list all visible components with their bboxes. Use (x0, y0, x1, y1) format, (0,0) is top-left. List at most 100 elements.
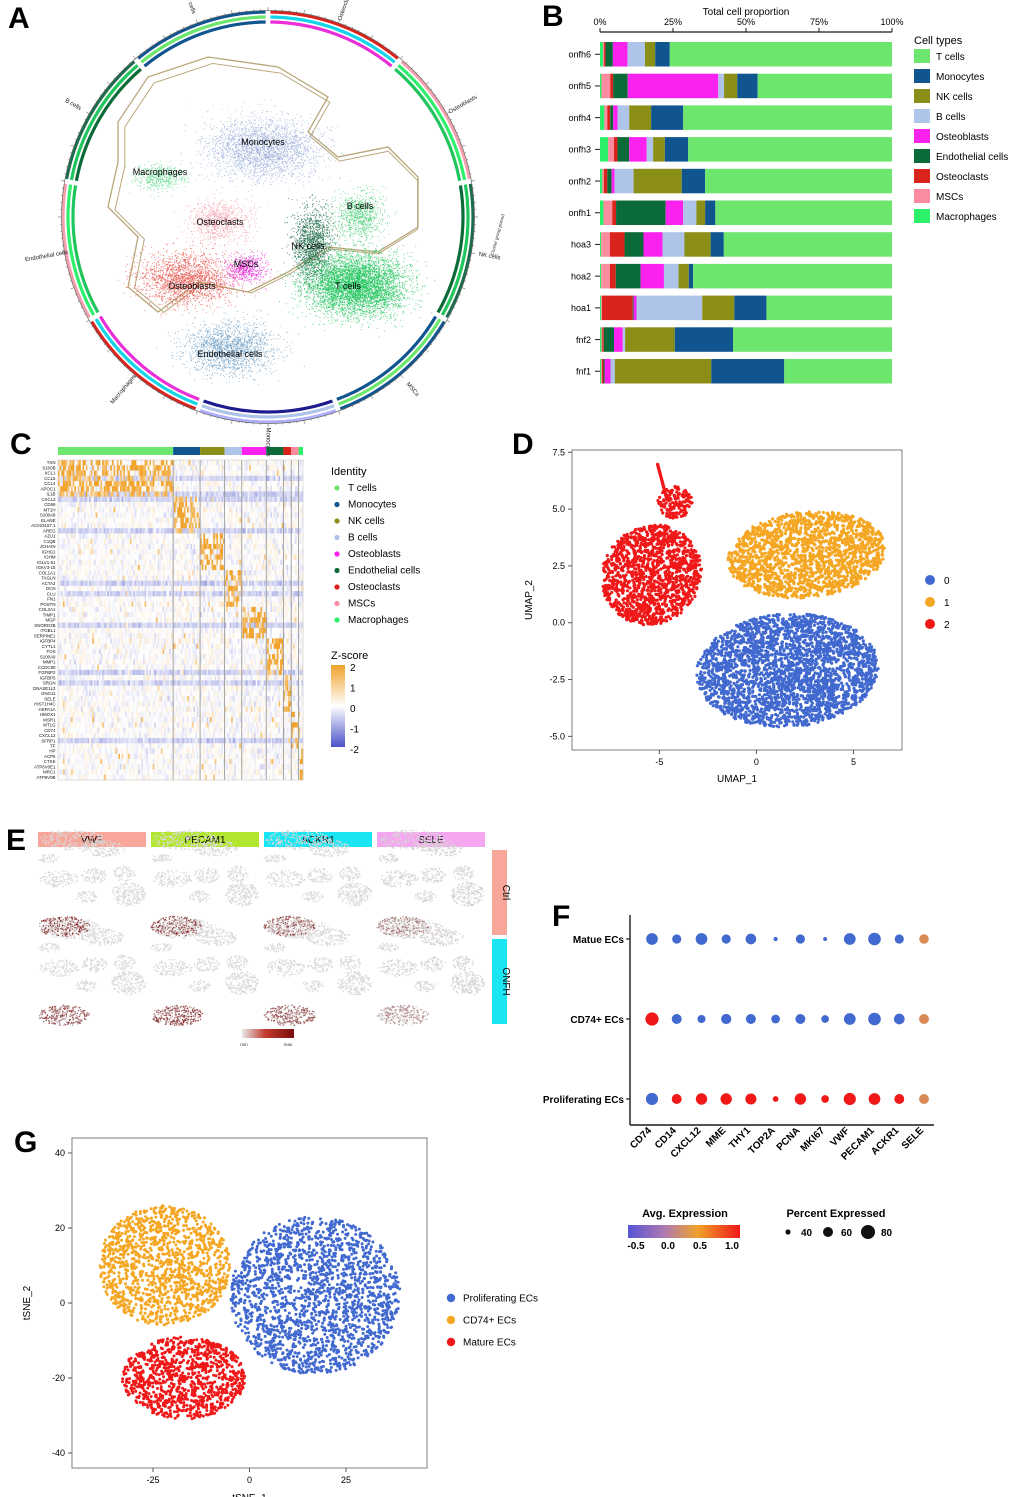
umap-point (306, 147, 308, 149)
umap-point (258, 117, 260, 119)
umap-point (243, 167, 245, 169)
umap-point (222, 131, 224, 133)
umap-point (251, 157, 253, 159)
umap-point (217, 159, 219, 161)
umap-point (254, 149, 256, 151)
umap-point (151, 281, 153, 284)
umap-point (207, 154, 209, 156)
umap-point (214, 157, 217, 159)
umap-point (268, 118, 270, 120)
umap-point (289, 158, 291, 160)
umap-point (298, 152, 300, 154)
umap-point (215, 233, 217, 236)
umap-point (253, 218, 255, 220)
umap-point (241, 214, 243, 217)
umap-point (196, 230, 198, 232)
umap-point (291, 157, 294, 159)
umap-point (166, 243, 168, 245)
umap-point (208, 179, 210, 181)
umap-point (188, 266, 190, 268)
umap-point (259, 160, 261, 162)
umap-point (206, 164, 208, 166)
umap-point (325, 166, 327, 168)
umap-point (331, 139, 333, 141)
umap-point (226, 144, 229, 146)
umap-point (242, 130, 244, 132)
umap-point (258, 164, 260, 166)
umap-point (273, 130, 275, 132)
umap-point (291, 148, 293, 150)
umap-point (208, 154, 210, 156)
umap-point (219, 201, 221, 203)
umap-point (126, 183, 128, 185)
umap-point (159, 269, 161, 272)
umap-point (303, 163, 305, 165)
umap-point (293, 147, 295, 149)
umap-point (186, 294, 188, 297)
umap-point (192, 271, 194, 273)
umap-point (237, 135, 239, 137)
umap-point (172, 195, 174, 197)
umap-point (229, 207, 231, 209)
umap-point (155, 164, 157, 166)
umap-point (264, 155, 266, 157)
umap-point (193, 209, 195, 211)
panel-a-ring-segment (336, 315, 438, 401)
umap-point (251, 152, 253, 154)
umap-point (178, 226, 180, 228)
umap-point (248, 147, 250, 149)
umap-point (207, 204, 209, 206)
umap-point (257, 103, 259, 105)
umap-point (192, 221, 194, 223)
umap-point (274, 154, 276, 156)
umap-point (242, 134, 244, 136)
umap-point (158, 185, 160, 187)
umap-point (232, 132, 234, 134)
umap-point (159, 254, 161, 256)
umap-point (228, 161, 230, 163)
umap-point (174, 211, 176, 213)
umap-point (222, 129, 224, 131)
umap-point (157, 177, 159, 180)
umap-point (248, 220, 250, 222)
umap-point (284, 139, 286, 141)
umap-point (194, 131, 197, 133)
umap-point (160, 160, 162, 162)
umap-point (188, 300, 190, 303)
umap-point (269, 156, 271, 158)
umap-point (230, 231, 232, 233)
umap-point (286, 161, 288, 164)
umap-point (192, 231, 194, 233)
umap-point (224, 133, 226, 135)
umap-point (301, 155, 303, 157)
umap-point (271, 154, 273, 156)
umap-point (298, 138, 300, 140)
umap-point (254, 225, 257, 227)
umap-point (292, 161, 295, 164)
umap-point (219, 245, 221, 247)
umap-point (218, 284, 220, 286)
umap-point (288, 139, 291, 142)
umap-point (205, 231, 207, 233)
umap-point (258, 227, 260, 229)
umap-point (150, 179, 152, 181)
umap-point (233, 235, 235, 237)
umap-point (293, 135, 296, 137)
umap-point (294, 117, 296, 119)
umap-point (212, 231, 214, 233)
umap-point (226, 154, 228, 156)
umap-point (249, 210, 251, 212)
umap-point (236, 230, 238, 232)
umap-point (284, 182, 286, 184)
umap-point (236, 135, 238, 137)
umap-point (269, 153, 271, 155)
umap-point (229, 148, 231, 150)
umap-point (262, 168, 265, 170)
umap-point (237, 152, 239, 154)
umap-point (238, 206, 240, 209)
umap-point (218, 306, 220, 309)
umap-point (295, 167, 297, 169)
umap-point (265, 158, 267, 160)
panel-a-ring-axis-label: Cluster group placed (490, 213, 506, 256)
umap-point (308, 137, 310, 139)
